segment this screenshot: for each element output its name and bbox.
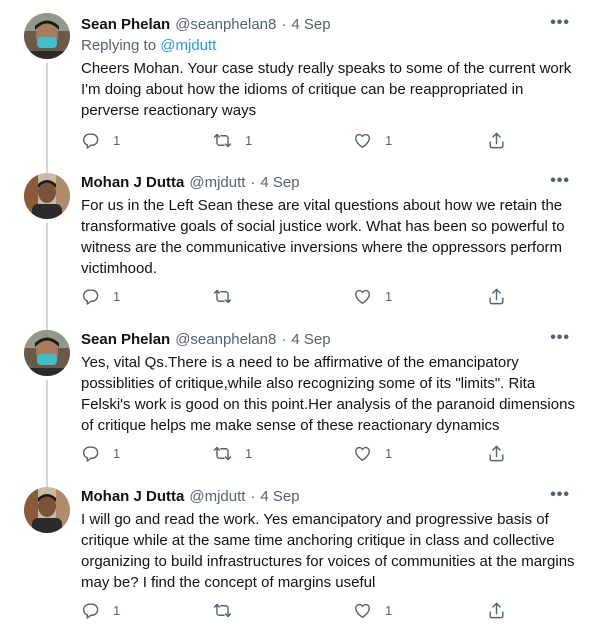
share-icon: [487, 444, 506, 463]
tweet[interactable]: Mohan J Dutta @mjdutt · 4 Sep ••• For us…: [0, 157, 590, 331]
like-button[interactable]: 1: [353, 444, 392, 463]
tweet[interactable]: Sean Phelan @seanphelan8 · 4 Sep ••• Rep…: [0, 0, 590, 173]
tweet-header: Mohan J Dutta @mjdutt · 4 Sep •••: [81, 486, 570, 506]
heart-icon: [353, 287, 372, 306]
heart-icon: [353, 601, 372, 620]
tweet-text: Yes, vital Qs.There is a need to be affi…: [81, 354, 575, 434]
author-name[interactable]: Mohan J Dutta: [81, 174, 184, 191]
separator: ·: [281, 330, 287, 348]
share-button[interactable]: [487, 287, 506, 306]
like-count: 1: [385, 289, 393, 304]
tweet-header: Sean Phelan @seanphelan8 · 4 Sep •••: [81, 329, 570, 349]
author-handle[interactable]: @mjdutt: [189, 488, 245, 505]
retweet-button[interactable]: 1: [213, 444, 252, 463]
retweet-icon: [213, 287, 232, 306]
reply-icon: [81, 601, 100, 620]
retweet-icon: [213, 601, 232, 620]
avatar-image: [24, 487, 70, 533]
avatar[interactable]: [24, 330, 70, 376]
separator: ·: [250, 487, 256, 505]
thread-line: [46, 157, 48, 169]
retweet-button[interactable]: 1: [213, 131, 252, 150]
heart-icon: [353, 444, 372, 463]
retweet-icon: [213, 131, 232, 150]
tweet-actions: 1 1 1: [81, 444, 511, 464]
separator: ·: [281, 15, 287, 33]
tweet[interactable]: Sean Phelan @seanphelan8 · 4 Sep ••• Yes…: [0, 314, 590, 488]
thread-line: [46, 314, 48, 326]
reply-icon: [81, 131, 100, 150]
tweet-date[interactable]: 4 Sep: [260, 488, 299, 505]
reply-button[interactable]: 1: [81, 601, 120, 620]
avatar[interactable]: [24, 13, 70, 59]
replying-prefix: Replying to: [81, 37, 161, 54]
separator: ·: [250, 173, 256, 191]
retweet-icon: [213, 444, 232, 463]
tweet-text: Cheers Mohan. Your case study really spe…: [81, 60, 572, 119]
like-button[interactable]: 1: [353, 287, 392, 306]
avatar-image: [24, 173, 70, 219]
replying-to-mention[interactable]: @mjdutt: [160, 37, 216, 54]
tweet-date[interactable]: 4 Sep: [291, 16, 330, 33]
tweet-text: For us in the Left Sean these are vital …: [81, 197, 565, 277]
tweet-date[interactable]: 4 Sep: [260, 174, 299, 191]
avatar[interactable]: [24, 487, 70, 533]
retweet-count: 1: [245, 446, 253, 461]
share-button[interactable]: [487, 131, 506, 150]
reply-count: 1: [113, 289, 121, 304]
tweet-header: Sean Phelan @seanphelan8 · 4 Sep •••: [81, 14, 570, 34]
avatar-image: [24, 330, 70, 376]
share-button[interactable]: [487, 601, 506, 620]
reply-icon: [81, 287, 100, 306]
like-count: 1: [385, 446, 393, 461]
share-button[interactable]: [487, 444, 506, 463]
tweet[interactable]: Mohan J Dutta @mjdutt · 4 Sep ••• I will…: [0, 471, 590, 639]
like-count: 1: [385, 603, 393, 618]
like-button[interactable]: 1: [353, 601, 392, 620]
more-icon[interactable]: •••: [550, 486, 570, 504]
retweet-button[interactable]: [213, 601, 245, 620]
author-name[interactable]: Sean Phelan: [81, 16, 170, 33]
avatar[interactable]: [24, 173, 70, 219]
tweet-thread: Sean Phelan @seanphelan8 · 4 Sep ••• Rep…: [0, 0, 590, 639]
author-name[interactable]: Mohan J Dutta: [81, 488, 184, 505]
more-icon[interactable]: •••: [550, 329, 570, 347]
tweet-actions: 1 1: [81, 287, 511, 307]
thread-line: [46, 471, 48, 483]
reply-icon: [81, 444, 100, 463]
share-icon: [487, 287, 506, 306]
author-name[interactable]: Sean Phelan: [81, 331, 170, 348]
tweet-date[interactable]: 4 Sep: [291, 331, 330, 348]
replying-to: Replying to @mjdutt: [81, 37, 216, 54]
reply-button[interactable]: 1: [81, 287, 120, 306]
share-icon: [487, 131, 506, 150]
tweet-text: I will go and read the work. Yes emancip…: [81, 511, 575, 591]
more-icon[interactable]: •••: [550, 172, 570, 190]
reply-count: 1: [113, 446, 121, 461]
like-count: 1: [385, 133, 393, 148]
heart-icon: [353, 131, 372, 150]
retweet-button[interactable]: [213, 287, 245, 306]
author-handle[interactable]: @mjdutt: [189, 174, 245, 191]
share-icon: [487, 601, 506, 620]
retweet-count: 1: [245, 133, 253, 148]
more-icon[interactable]: •••: [550, 14, 570, 32]
reply-button[interactable]: 1: [81, 131, 120, 150]
reply-button[interactable]: 1: [81, 444, 120, 463]
tweet-actions: 1 1 1: [81, 131, 511, 151]
author-handle[interactable]: @seanphelan8: [175, 331, 276, 348]
avatar-image: [24, 13, 70, 59]
reply-count: 1: [113, 133, 121, 148]
reply-count: 1: [113, 603, 121, 618]
tweet-actions: 1 1: [81, 601, 511, 621]
like-button[interactable]: 1: [353, 131, 392, 150]
tweet-header: Mohan J Dutta @mjdutt · 4 Sep •••: [81, 172, 570, 192]
author-handle[interactable]: @seanphelan8: [175, 16, 276, 33]
